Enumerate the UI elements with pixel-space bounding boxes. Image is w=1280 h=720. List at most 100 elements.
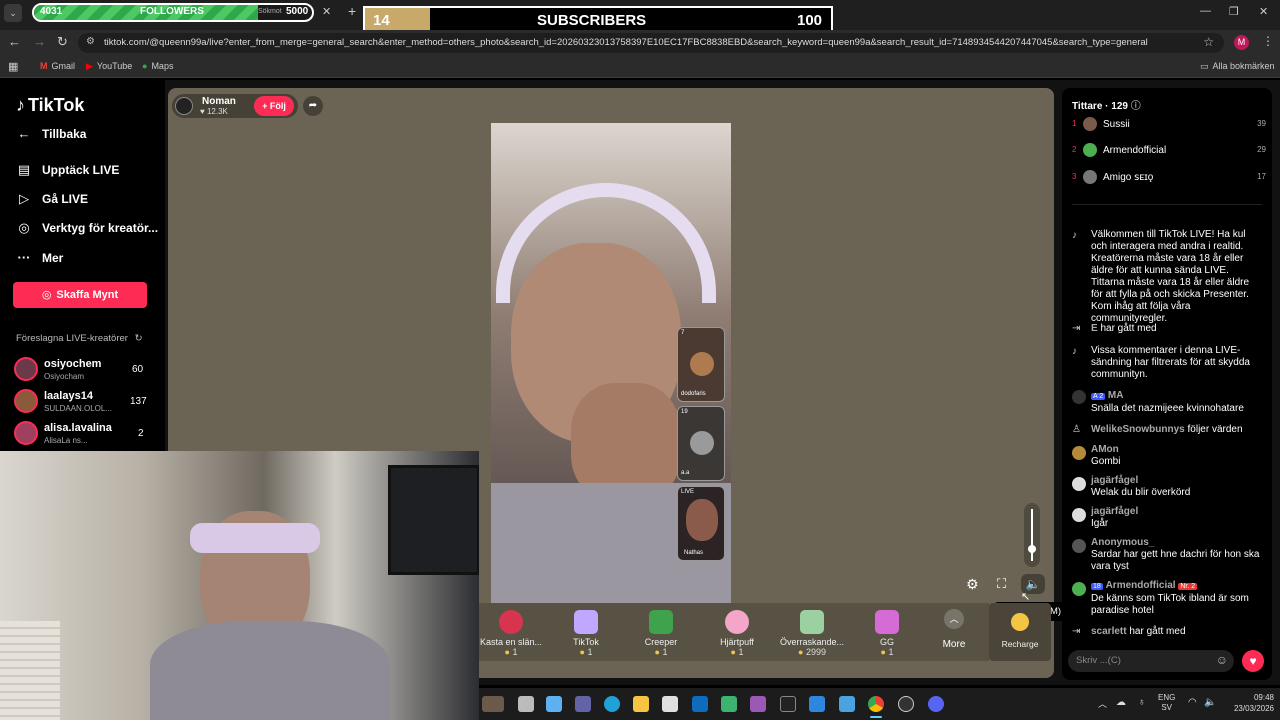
emoji-icon[interactable]: ☺ — [1216, 653, 1228, 667]
gift-item[interactable]: Kasta en slän... ● 1 — [476, 606, 546, 657]
forward-icon[interactable]: → — [33, 34, 46, 49]
restore-window-icon[interactable]: ❐ — [1229, 5, 1239, 18]
terminal-icon[interactable] — [809, 696, 825, 712]
gift-price: ● 1 — [654, 647, 668, 657]
avatar — [14, 421, 38, 445]
gift-item[interactable]: Hjärtpuff ● 1 — [702, 606, 772, 657]
top-viewer-row[interactable]: 3 Amigo ꜱᴇɪǫ 17 — [1072, 170, 1266, 186]
cloud-icon[interactable]: ☁ — [1116, 697, 1126, 708]
headphones — [496, 183, 716, 303]
back-icon[interactable]: ← — [8, 34, 21, 49]
gift-item[interactable]: Creeper ● 1 — [626, 606, 696, 657]
webcam-hoodie — [150, 621, 390, 720]
reload-icon[interactable]: ↻ — [57, 34, 68, 50]
avatar — [1083, 170, 1097, 184]
sidebar-item-creator-tools[interactable]: ◎ Verktyg för kreatör... — [16, 220, 158, 236]
all-bookmarks[interactable]: ▭ Alla bokmärken — [1200, 61, 1275, 72]
chat-message: ⇥ E har gått med — [1072, 323, 1157, 334]
chat-message: ♪ Välkommen till TikTok LIVE! Ha kul och… — [1072, 229, 1250, 324]
tab-list-button[interactable]: ⌄ — [4, 4, 22, 22]
chrome-icon[interactable] — [868, 696, 884, 712]
tiktok-logo[interactable]: ♪ TikTok — [16, 95, 84, 116]
recharge-button[interactable]: Recharge — [989, 603, 1051, 661]
outlook-icon[interactable] — [692, 696, 708, 712]
bookmark-gmail[interactable]: M Gmail — [40, 61, 75, 71]
like-heart-icon[interactable]: ♥ — [1242, 650, 1264, 672]
bookmark-youtube[interactable]: ▶ YouTube — [86, 61, 132, 72]
avatar — [14, 389, 38, 413]
minimize-window-icon[interactable]: — — [1200, 5, 1211, 17]
top-viewer-row[interactable]: 2 Armendofficial 29 — [1072, 143, 1266, 159]
teams-icon[interactable] — [575, 696, 591, 712]
new-tab-icon[interactable]: + — [348, 3, 356, 19]
volume-slider[interactable] — [1024, 503, 1040, 567]
obs-icon[interactable] — [898, 696, 914, 712]
back-link[interactable]: ← Tillbaka — [16, 126, 87, 142]
volume-track — [1031, 509, 1033, 561]
sidebar-item-discover-live[interactable]: ▤ Upptäck LIVE — [16, 162, 120, 178]
gift-item[interactable]: Överraskande... ● 2999 — [777, 606, 847, 657]
sidebar-item-go-live[interactable]: ▷ Gå LIVE — [16, 191, 88, 207]
apps-grid-icon[interactable]: ▦ — [8, 60, 18, 73]
viewer-name: Amigo ꜱᴇɪǫ — [1103, 172, 1154, 183]
guest-tile[interactable]: LIVE Nathas — [677, 486, 725, 561]
windows-app-icon[interactable] — [750, 696, 766, 712]
gg-icon — [875, 610, 899, 634]
microphone-icon[interactable]: ♁ — [1138, 697, 1146, 708]
discord-icon[interactable] — [928, 696, 944, 712]
suggested-creator[interactable]: alisa.lavalina AlisaLa ns... 2 — [14, 421, 154, 449]
chat-message: jagärfågel Igår — [1072, 506, 1262, 530]
speaker-icon[interactable]: 🔈 — [1204, 697, 1216, 708]
viewer-name: Sussii — [1103, 119, 1130, 130]
top-viewer-row[interactable]: 1 Sussii 39 — [1072, 117, 1266, 133]
settings-icon[interactable]: ⚙ — [966, 576, 979, 593]
avatar — [1072, 539, 1086, 553]
taskbar-app-icon[interactable] — [482, 696, 504, 712]
host-name: Noman — [202, 96, 236, 107]
more-gifts-button[interactable]: ︿ More — [934, 609, 974, 650]
photos-icon[interactable] — [839, 696, 855, 712]
divider — [1072, 204, 1262, 205]
fullscreen-icon[interactable]: ⛶ — [997, 576, 1006, 592]
rank: 1 — [1072, 119, 1077, 128]
close-window-icon[interactable]: ✕ — [1259, 5, 1268, 18]
viewers-header[interactable]: Tittare · 129 ⓘ — [1072, 97, 1141, 112]
wifi-icon[interactable]: ◠ — [1188, 697, 1197, 708]
get-coins-button[interactable]: ◎ Skaffa Mynt — [13, 282, 147, 308]
language-indicator[interactable]: ENG SV — [1158, 693, 1175, 713]
profile-avatar[interactable]: M — [1234, 35, 1249, 50]
share-icon[interactable]: ➦ — [303, 96, 323, 116]
refresh-icon[interactable]: ↻ — [135, 333, 143, 344]
copilot-icon[interactable] — [546, 696, 562, 712]
more-icon: ··· — [17, 250, 31, 265]
chat-input[interactable]: Skriv ...(C) ☺ — [1068, 650, 1234, 672]
guest-label: a.a — [681, 470, 690, 476]
task-view-icon[interactable] — [518, 696, 534, 712]
guest-tile[interactable]: 19 a.a — [677, 406, 725, 481]
sidebar-item-more[interactable]: ··· Mer — [16, 250, 64, 266]
chevron-up-icon[interactable]: ︿ — [1098, 697, 1107, 710]
volume-thumb[interactable] — [1028, 545, 1036, 553]
edge-icon[interactable] — [604, 696, 620, 712]
suggested-creator[interactable]: laalays14 SULDAAN.OLOL... 137 — [14, 389, 154, 417]
gift-item[interactable]: TikTok ● 1 — [551, 606, 621, 657]
lips-icon — [499, 610, 523, 634]
close-tab-icon[interactable]: ✕ — [322, 5, 331, 18]
site-info-icon[interactable]: ⚙ — [86, 36, 95, 47]
suggested-creator[interactable]: osiyochem Osiyocham 60 — [14, 357, 154, 385]
url-field[interactable]: ⚙ tiktok.com/@queenn99a/live?enter_from_… — [78, 33, 1224, 53]
guest-tile[interactable]: 7 dodofaris — [677, 327, 725, 402]
info-icon[interactable]: ⓘ — [1131, 101, 1141, 112]
capture-icon[interactable] — [780, 696, 796, 712]
bookmark-maps[interactable]: ● Maps — [142, 61, 173, 71]
bookmark-star-icon[interactable]: ☆ — [1203, 35, 1214, 49]
security-shield-icon[interactable] — [721, 696, 737, 712]
file-explorer-icon[interactable] — [633, 696, 649, 712]
chat-message: ♪ Vissa kommentarer i denna LIVE-sändnin… — [1072, 345, 1250, 380]
store-icon[interactable] — [662, 696, 678, 712]
gift-item[interactable]: GG ● 1 — [852, 606, 922, 657]
browser-menu-icon[interactable]: ⋮ — [1262, 34, 1274, 48]
clock[interactable]: 09:48 23/03/2026 — [1224, 692, 1274, 714]
follow-button[interactable]: + Följ — [254, 96, 294, 116]
join-icon: ⇥ — [1072, 626, 1081, 637]
